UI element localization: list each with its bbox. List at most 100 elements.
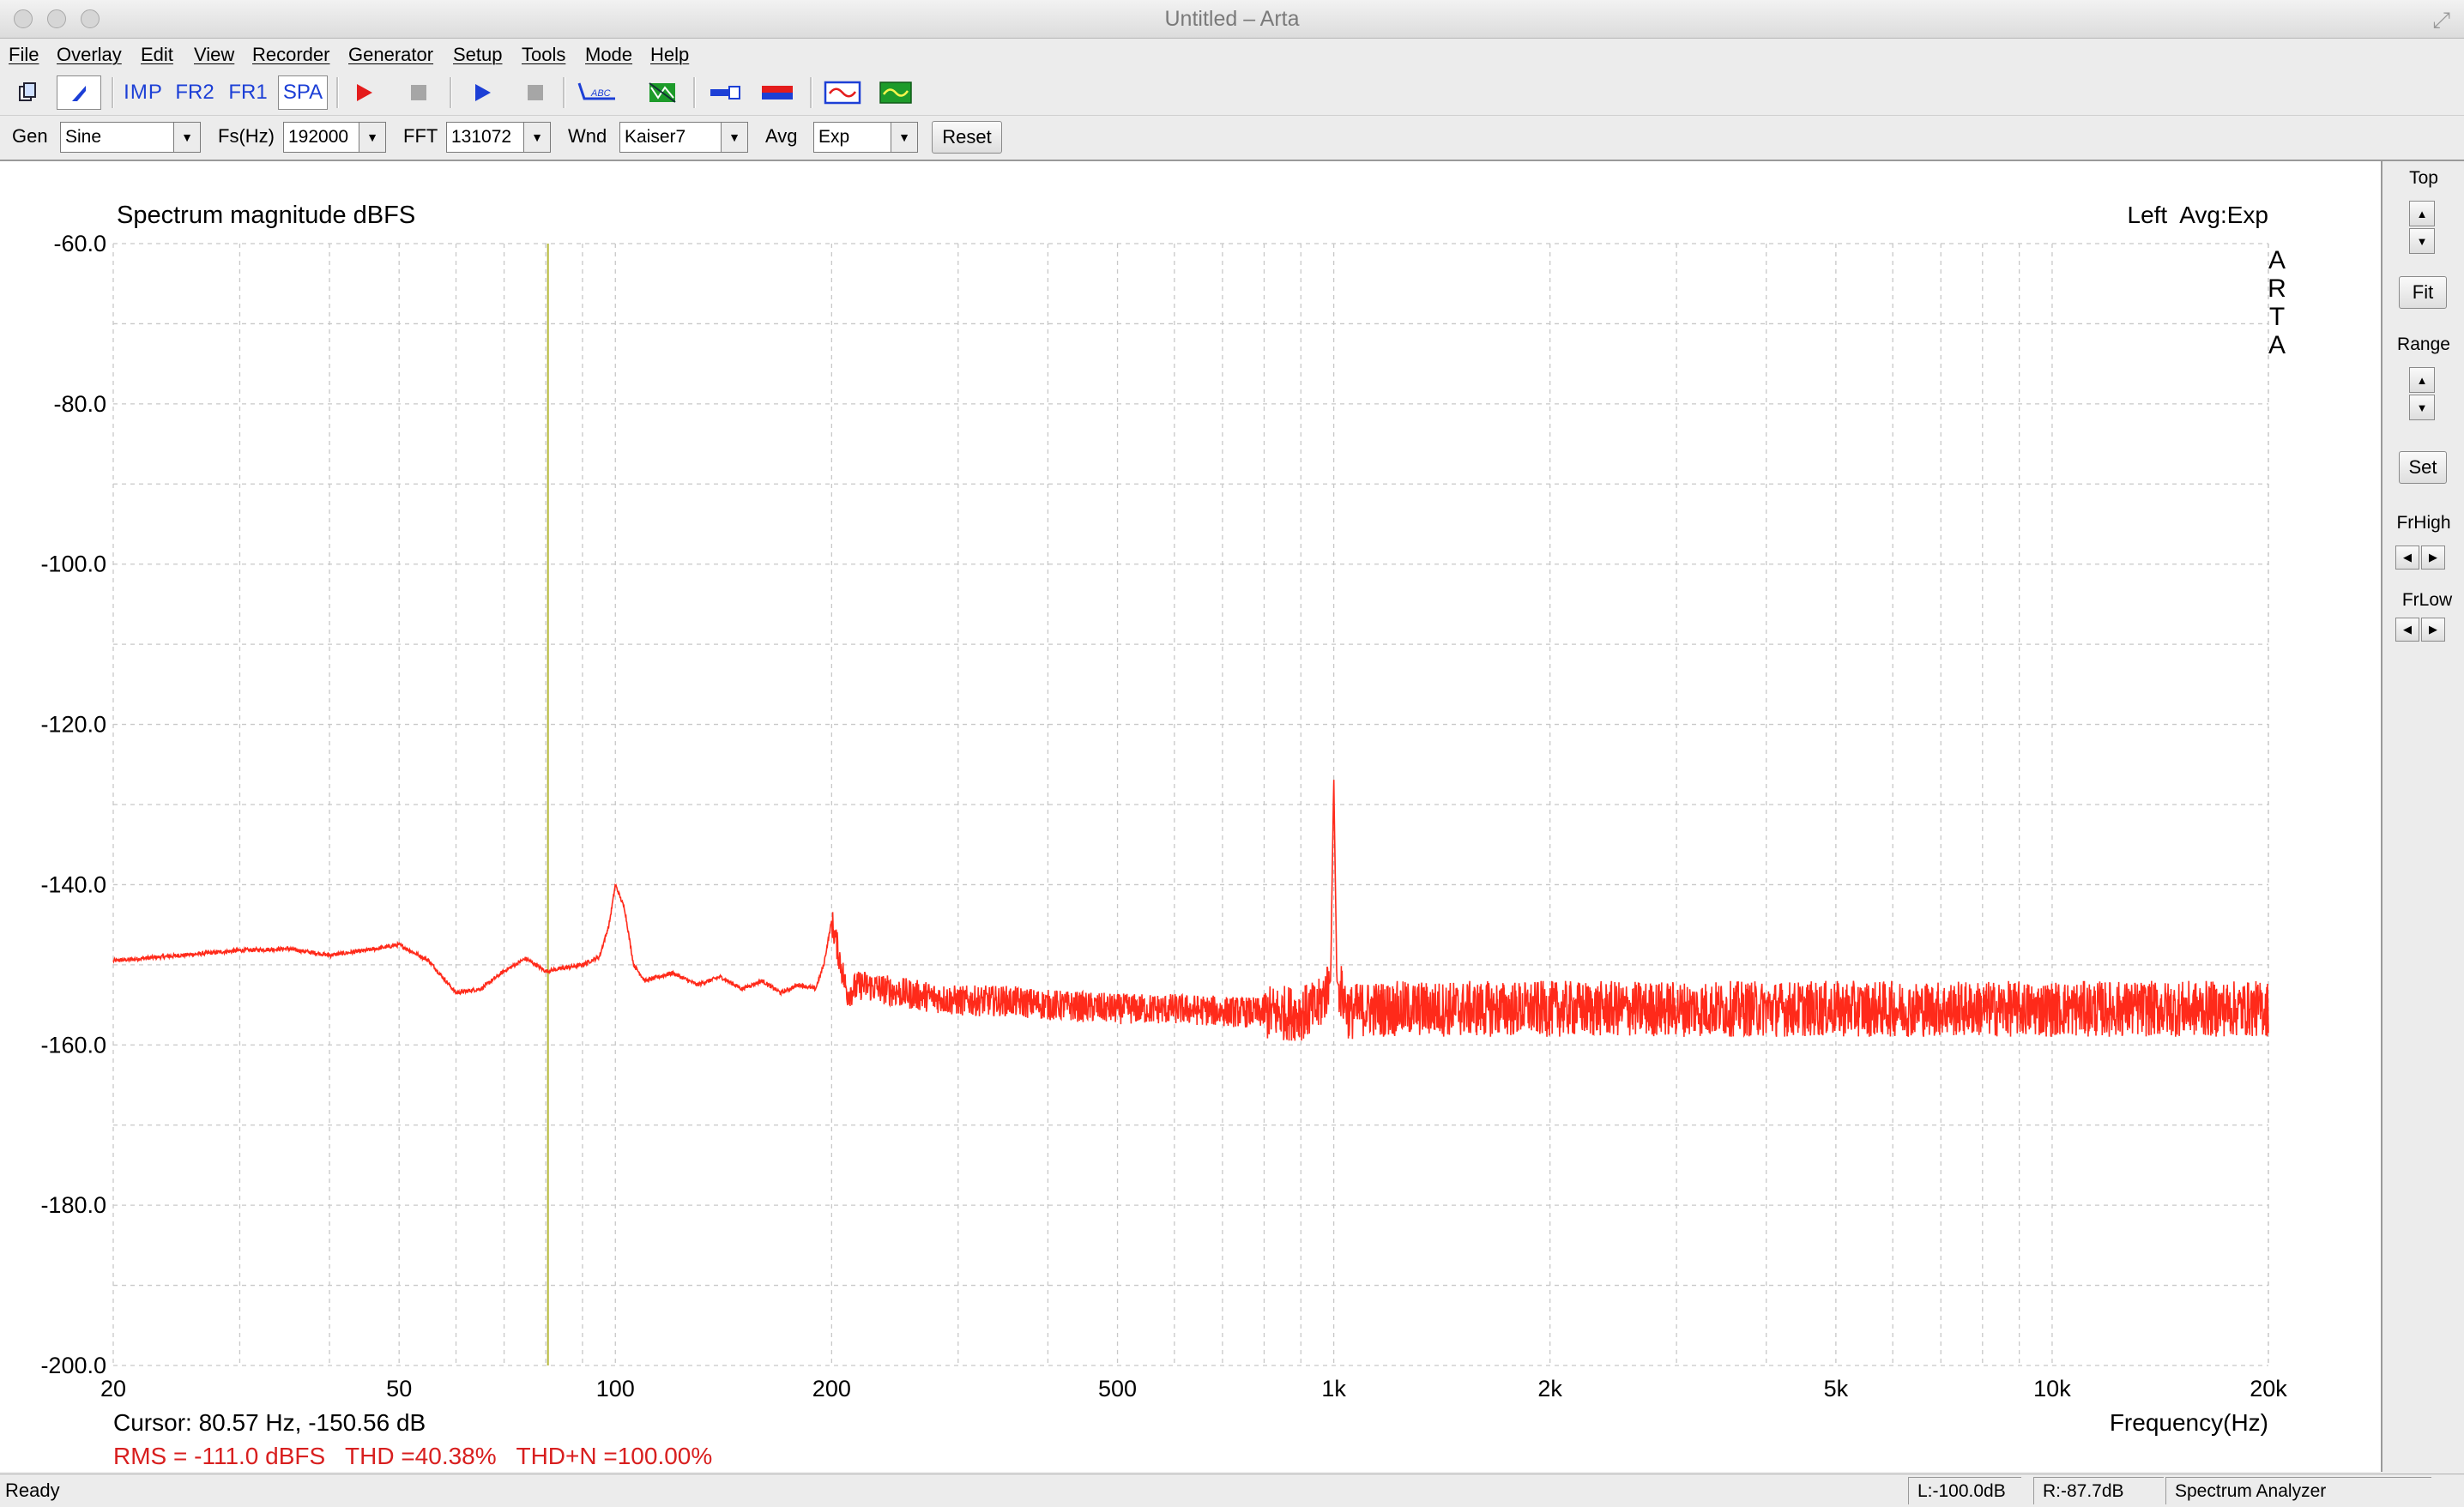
menu-edit[interactable]: Edit [141,44,173,66]
scale-control-panel: Top ▲ ▼ Fit Range ▲ ▼ Set FrHigh ◀ ▶ FrL… [2383,161,2464,1472]
status-bar: Ready L:-100.0dB R:-87.7dB Spectrum Anal… [0,1474,2464,1507]
spectrum-chart[interactable]: -60.0 -80.0 -100.0 -120.0 -140.0 -160.0 -180.0… [0,161,2381,1472]
chevron-up-icon: ▲ [2416,373,2428,387]
mode-readout: Spectrum Analyzer [2165,1477,2431,1504]
measurement-stats: RMS = -111.0 dBFS THD =40.38% THD+N =100… [113,1443,712,1469]
frhigh-right-button[interactable]: ▶ [2421,546,2445,570]
left-level-readout: L:-100.0dB [1908,1477,2021,1504]
color-bar-button[interactable] [758,75,796,110]
top-label: Top [2409,168,2438,188]
x-tick-label: 20k [2250,1376,2287,1402]
x-tick-label: 1k [1321,1376,1346,1402]
impulse-mode-button[interactable]: IMP [120,75,166,110]
new-file-icon[interactable] [10,75,45,110]
connector-icon [710,86,740,99]
frhigh-left-button[interactable]: ◀ [2395,546,2419,570]
frlow-label: FrLow [2401,590,2453,610]
cursor-readout: Cursor: 80.57 Hz, -150.56 dB [113,1409,426,1436]
generator-select[interactable]: Sine ▼ [60,122,201,153]
chevron-down-icon[interactable]: ▼ [721,123,747,152]
fr2-mode-icon: FR2 [175,81,214,104]
y-tick-label: -140.0 [40,871,106,897]
fit-button[interactable]: Fit [2399,276,2447,309]
window-title-bar: Untitled – Arta ⤢ [0,0,2464,39]
chevron-up-icon: ▲ [2416,207,2428,220]
spectrum-plot-panel[interactable]: -60.0 -80.0 -100.0 -120.0 -140.0 -160.0 -180.0… [0,161,2382,1472]
chevron-down-icon[interactable]: ▼ [173,123,200,152]
menu-help[interactable]: Help [650,44,689,66]
chevron-down-icon[interactable]: ▼ [891,123,917,152]
reset-button[interactable]: Reset [932,121,1002,154]
menu-tools[interactable]: Tools [522,44,565,66]
signal-button[interactable] [822,75,863,110]
chevron-down-icon[interactable]: ▼ [359,123,385,152]
fr1-mode-button[interactable]: FR1 [225,75,271,110]
fft-size-select[interactable]: 131072 ▼ [446,122,551,153]
waveform-icon [879,81,912,104]
chevron-left-icon: ◀ [2403,623,2412,636]
averaging-select[interactable]: Exp ▼ [813,122,918,153]
chevron-down-icon: ▼ [2416,401,2428,414]
analyzer-control-bar: Gen Sine ▼ Fs(Hz) 192000 ▼ FFT 131072 ▼ … [0,117,2464,161]
x-tick-label: 50 [386,1376,412,1402]
record-button[interactable] [347,75,381,110]
menu-generator[interactable]: Generator [348,44,433,66]
record-stop-button[interactable] [402,75,436,110]
channel-info: Left Avg:Exp [2128,202,2269,228]
chevron-left-icon: ◀ [2403,551,2412,564]
sample-rate-value: 192000 [288,127,349,147]
frlow-left-button[interactable]: ◀ [2395,618,2419,642]
gen-label: Gen [12,125,48,147]
window-label: Wnd [568,125,607,147]
range-up-button[interactable]: ▲ [2409,367,2435,393]
record-icon [357,84,372,101]
stop-icon [411,85,426,100]
svg-text:ABC: ABC [590,88,611,99]
chevron-down-icon[interactable]: ▼ [523,123,550,152]
spectrum-display-button[interactable] [645,75,679,110]
spectrum-mode-icon: SPA [282,81,323,104]
play-button[interactable] [465,75,499,110]
frhigh-label: FrHigh [2396,513,2451,533]
color-bar-icon [762,86,793,99]
right-level-readout: R:-87.7dB [2033,1477,2164,1504]
x-axis-label: Frequency(Hz) [2110,1409,2268,1436]
toolbar: IMP FR2 FR1 SPA ABC [0,72,2464,116]
menu-view[interactable]: View [194,44,234,66]
waveform-button[interactable] [875,75,916,110]
window-select[interactable]: Kaiser7 ▼ [619,122,748,153]
chevron-right-icon: ▶ [2429,623,2437,636]
y-tick-label: -60.0 [53,231,106,256]
menu-overlay[interactable]: Overlay [57,44,122,66]
top-down-button[interactable]: ▼ [2409,228,2435,254]
brand-letter-r: R [2268,274,2286,303]
fr2-mode-button[interactable]: FR2 [172,75,218,110]
brand-letter-a: A [2268,246,2286,274]
menu-file[interactable]: File [9,44,39,66]
play-stop-button[interactable] [518,75,553,110]
cursor-mode-icon[interactable] [57,75,101,110]
frlow-right-button[interactable]: ▶ [2421,618,2445,642]
x-tick-label: 2k [1537,1376,1562,1402]
avg-label: Avg [765,125,798,147]
menu-mode[interactable]: Mode [585,44,632,66]
menu-setup[interactable]: Setup [453,44,503,66]
range-label: Range [2397,335,2450,354]
connector-button[interactable] [707,75,745,110]
sample-rate-select[interactable]: 192000 ▼ [283,122,386,153]
x-tick-label: 20 [100,1376,126,1402]
fullscreen-icon[interactable]: ⤢ [2432,7,2450,34]
generator-value: Sine [65,127,102,147]
menu-recorder[interactable]: Recorder [252,44,329,66]
set-button[interactable]: Set [2399,451,2447,484]
spectrum-mode-button[interactable]: SPA [278,75,328,110]
spectrum-display-icon [649,82,676,103]
impulse-mode-icon: IMP [124,81,163,104]
range-down-button[interactable]: ▼ [2409,395,2435,420]
window-value: Kaiser7 [625,127,686,147]
x-tick-label: 100 [596,1376,635,1402]
abc-overlay-button[interactable]: ABC [577,75,618,110]
fft-size-value: 131072 [451,127,512,147]
top-up-button[interactable]: ▲ [2409,201,2435,226]
brand-letter-a: A [2268,331,2286,359]
